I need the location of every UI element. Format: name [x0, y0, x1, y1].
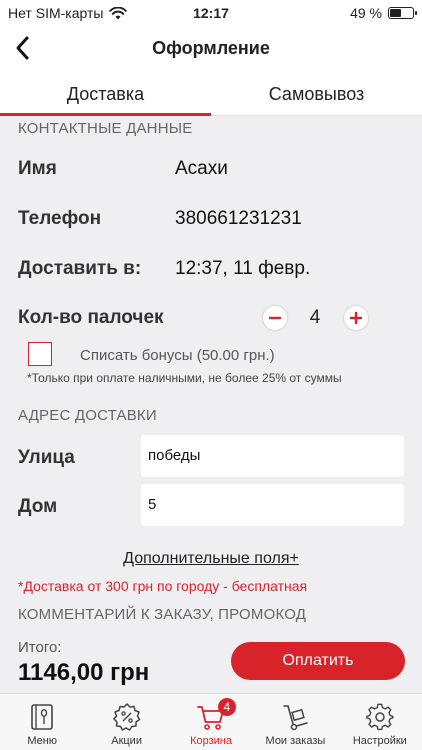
deliver-time-label: Доставить в: [18, 258, 142, 279]
house-label: Дом [18, 496, 58, 517]
house-input[interactable]: 5 [141, 484, 404, 526]
tabbar-item-promos[interactable]: Акции [84, 694, 168, 750]
minus-icon [268, 316, 282, 320]
status-bar: Нет SIM-карты 12:17 49 % [0, 0, 422, 28]
gear-icon [365, 703, 394, 731]
bonus-note: *Только при оплате наличными, не более 2… [27, 371, 342, 385]
battery-percent: 49 % [350, 5, 382, 21]
phone-value[interactable]: 380661231231 [175, 208, 302, 230]
address-section-title: АДРЕС ДОСТАВКИ [18, 407, 157, 424]
discount-badge-icon [112, 703, 140, 731]
comment-section-title[interactable]: КОММЕНТАРИЙ К ЗАКАЗУ, ПРОМОКОД [18, 606, 306, 623]
battery-icon [388, 7, 417, 19]
total-label: Итого: [18, 639, 62, 656]
total-value: 1146,00 грн [18, 659, 150, 686]
name-label: Имя [18, 158, 57, 179]
delivery-note: *Доставка от 300 грн по городу - бесплат… [18, 578, 308, 594]
bonus-checkbox[interactable] [28, 342, 52, 366]
name-value[interactable]: Асахи [175, 158, 228, 180]
contacts-section-title: КОНТАКТНЫЕ ДАННЫЕ [18, 120, 193, 137]
menu-book-icon [31, 704, 54, 730]
tabbar-item-settings[interactable]: Настройки [338, 694, 422, 750]
sticks-increment-button[interactable] [344, 306, 368, 330]
battery-group: 49 % [350, 5, 417, 21]
extra-fields-link[interactable]: Дополнительные поля+ [0, 550, 422, 568]
tab-delivery[interactable]: Доставка [0, 68, 211, 116]
nav-bar: Оформление [0, 28, 422, 68]
street-input[interactable]: победы [141, 435, 404, 477]
tabbar-item-menu[interactable]: Меню [0, 694, 84, 750]
delivery-mode-tabs: Доставка Самовывоз [0, 68, 422, 116]
tabbar-label-orders: Мои заказы [265, 735, 326, 747]
sticks-count: 4 [309, 307, 321, 328]
street-label: Улица [18, 447, 75, 468]
plus-icon [349, 311, 363, 325]
phone-label: Телефон [18, 208, 102, 229]
hand-truck-icon [283, 705, 309, 731]
sticks-label: Кол-во палочек [18, 307, 164, 328]
deliver-time-value[interactable]: 12:37, 11 февр. [175, 258, 310, 280]
tab-pickup[interactable]: Самовывоз [211, 68, 422, 115]
tabbar-label-cart: Корзина [190, 735, 232, 747]
tabbar-item-orders[interactable]: Мои заказы [253, 694, 337, 750]
bottom-tabbar: Меню Акции 4 Корзина Мои заказы Настройк… [0, 693, 422, 750]
page-title: Оформление [152, 38, 270, 58]
pay-button[interactable]: Оплатить [231, 642, 405, 680]
sticks-decrement-button[interactable] [263, 306, 287, 330]
tabbar-label-menu: Меню [27, 735, 58, 747]
bonus-label: Списать бонусы (50.00 грн.) [80, 347, 275, 364]
battery-fill [390, 9, 401, 17]
tabbar-label-promos: Акции [111, 735, 142, 747]
tabbar-label-settings: Настройки [352, 735, 407, 747]
tabbar-item-cart[interactable]: 4 Корзина [169, 694, 253, 750]
cart-count-badge: 4 [217, 698, 236, 716]
